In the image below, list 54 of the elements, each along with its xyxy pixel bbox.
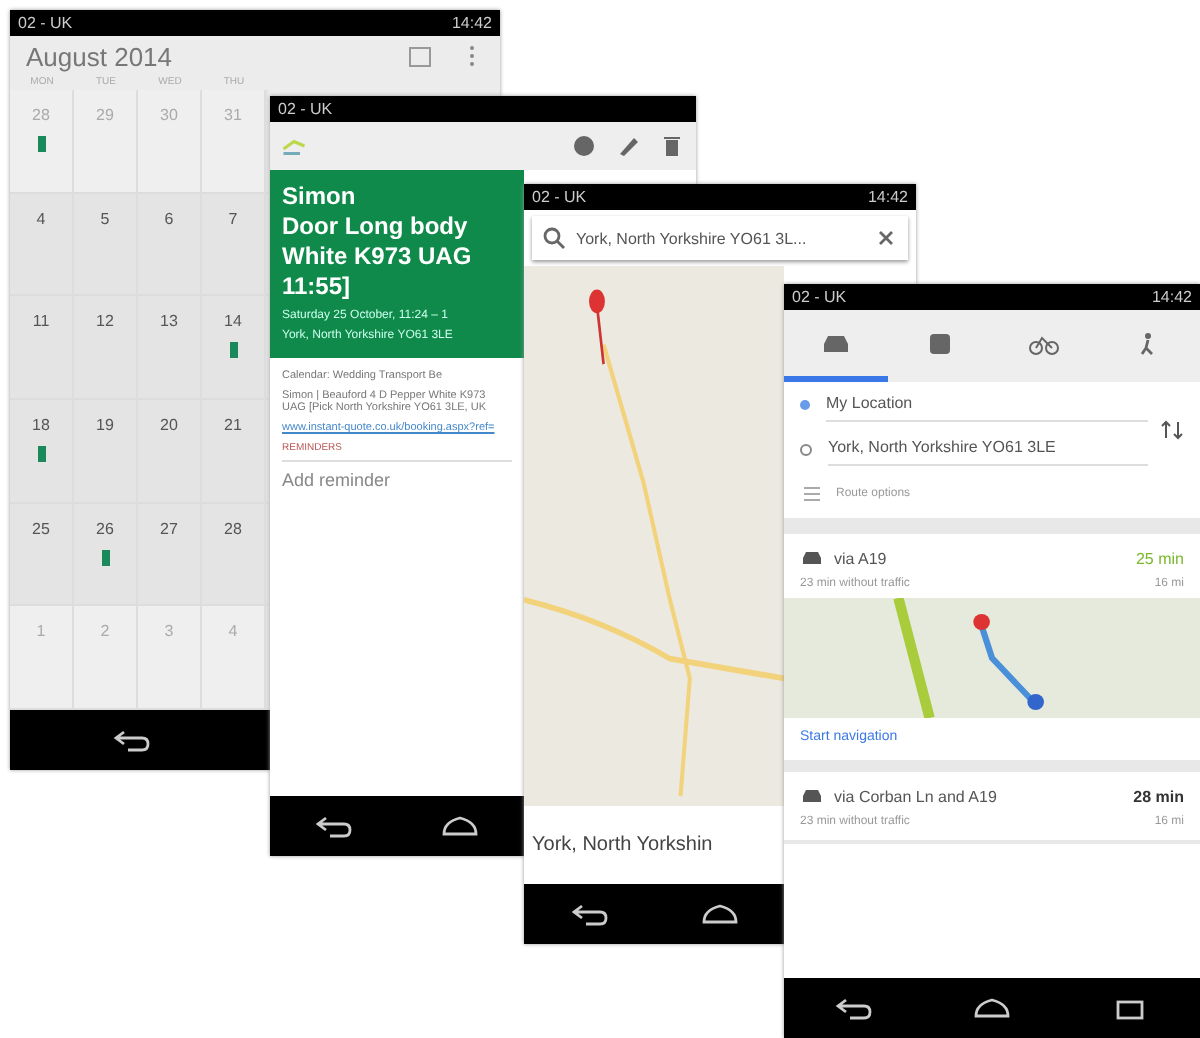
route-name: via A19 [834, 549, 889, 567]
car-icon [800, 546, 824, 570]
event-title-line: White K973 UAG [282, 242, 474, 272]
route-duration: 28 min [1133, 787, 1184, 805]
carrier-text: 02 - UK [18, 14, 73, 32]
bicycle-icon [1028, 331, 1060, 355]
clock-text: 14:42 [1151, 288, 1192, 306]
day-cell[interactable]: 19 [74, 400, 138, 502]
carrier-text: 02 - UK [278, 100, 333, 118]
clock-text: 14:42 [451, 14, 492, 32]
day-cell[interactable]: 4 [10, 193, 74, 295]
day-cell[interactable]: 5 [74, 193, 138, 295]
day-cell[interactable]: 28 [202, 503, 266, 605]
search-icon [542, 226, 566, 250]
clock-text: 14:42 [867, 188, 908, 206]
back-icon[interactable] [313, 814, 354, 838]
event-title-line: Door Long body [282, 212, 470, 242]
day-cell[interactable]: 13 [138, 296, 202, 399]
options-icon [800, 482, 824, 506]
route-name: via Corban Ln and A19 [834, 787, 999, 805]
origin-field[interactable]: My Location [826, 394, 1148, 422]
search-field[interactable]: York, North Yorkshire YO61 3L... [532, 216, 908, 260]
car-icon [800, 784, 824, 808]
pencil-icon[interactable] [616, 134, 640, 158]
app-logo-icon [282, 134, 306, 158]
event-title-line: 11:55] [282, 272, 353, 302]
day-cell[interactable]: 20 [138, 400, 202, 502]
home-icon[interactable] [699, 902, 739, 926]
close-icon[interactable] [874, 226, 898, 250]
event-title-line: Simon [282, 182, 358, 212]
route-duration: 25 min [1135, 549, 1184, 567]
day-cell[interactable]: 14 [202, 296, 266, 399]
back-icon[interactable] [833, 996, 874, 1020]
add-reminder-item[interactable]: Add reminder [282, 470, 512, 490]
day-cell[interactable]: 25 [10, 503, 74, 605]
day-cell[interactable]: 27 [138, 503, 202, 605]
swap-icon[interactable] [1160, 418, 1184, 442]
day-cell[interactable]: 21 [202, 400, 266, 502]
carrier-text: 02 - UK [792, 288, 847, 306]
back-icon[interactable] [569, 902, 609, 926]
day-cell[interactable]: 11 [10, 296, 74, 399]
day-cell[interactable]: 26 [74, 503, 138, 605]
day-cell[interactable]: 18 [10, 400, 74, 502]
carrier-text: 02 - UK [532, 188, 587, 206]
day-cell[interactable]: 6 [138, 193, 202, 295]
month-title[interactable]: August 2014 [26, 41, 380, 71]
trash-icon[interactable] [660, 134, 684, 158]
day-cell[interactable]: 7 [202, 193, 266, 295]
day-cell[interactable]: 12 [74, 296, 138, 399]
home-icon[interactable] [440, 814, 481, 838]
home-icon[interactable] [971, 996, 1012, 1020]
destination-field[interactable]: York, North Yorkshire YO61 3LE [828, 438, 1148, 466]
car-icon [820, 331, 852, 355]
back-icon[interactable] [112, 728, 153, 752]
